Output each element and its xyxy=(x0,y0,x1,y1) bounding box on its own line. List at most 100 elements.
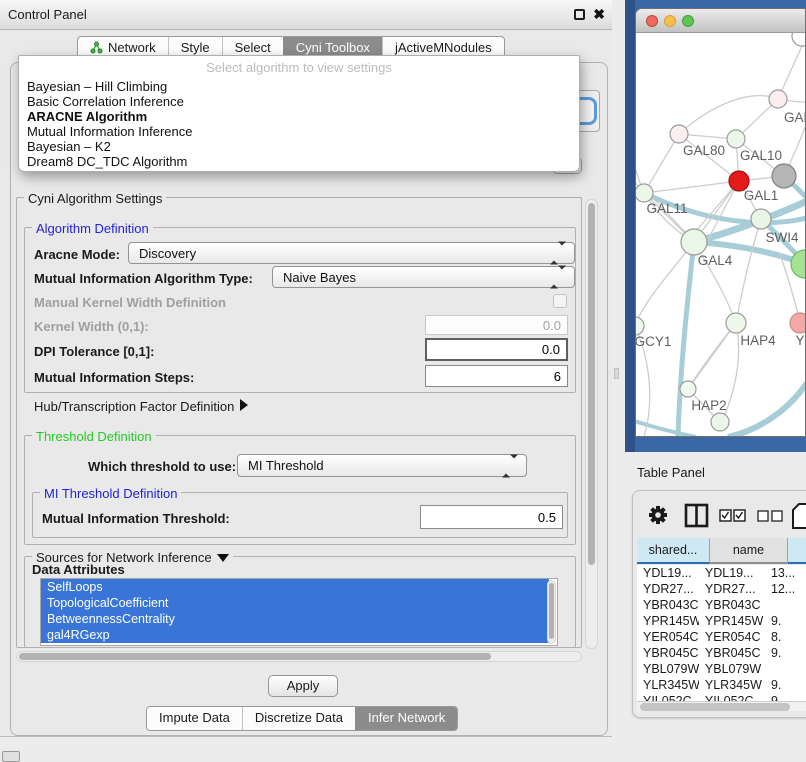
tab-impute-data-label: Impute Data xyxy=(159,710,230,725)
close-traffic-light[interactable] xyxy=(646,15,658,27)
mi-type-value: Naive Bayes xyxy=(283,270,356,285)
menu-item-aracne[interactable]: ARACNE Algorithm xyxy=(19,109,579,124)
tab-select-label: Select xyxy=(235,40,271,55)
cell: 9. xyxy=(765,645,806,661)
tab-infer-network[interactable]: Infer Network xyxy=(355,707,457,730)
menu-item-basic-correlation[interactable]: Basic Correlation Inference xyxy=(19,94,579,109)
minimize-traffic-light[interactable] xyxy=(664,15,676,27)
algorithm-combo-placeholder[interactable]: Select algorithm to view settings xyxy=(19,56,579,79)
list-item-betweennesscentrality[interactable]: BetweennessCentrality xyxy=(41,611,549,627)
attributes-list-scrollbar[interactable] xyxy=(547,580,556,644)
network-canvas[interactable]: GAL GAL80 GAL10 GAL1 GAL11 SWI4 GAL4 GCY… xyxy=(636,33,806,437)
expanded-arrow-icon xyxy=(217,554,229,562)
aracne-mode-combo[interactable]: Discovery xyxy=(128,242,575,264)
float-window-icon[interactable] xyxy=(574,9,585,20)
column-header-clipped[interactable] xyxy=(788,538,806,564)
node-gal-top[interactable] xyxy=(769,90,787,108)
cell: YBR045C xyxy=(637,645,699,661)
tab-discretize-data[interactable]: Discretize Data xyxy=(242,707,355,730)
cell: 13... xyxy=(765,565,806,581)
cell: YBR043C xyxy=(699,597,765,613)
unselect-all-columns-icon[interactable] xyxy=(758,511,782,521)
cell: 12... xyxy=(765,581,806,597)
apply-button[interactable]: Apply xyxy=(268,675,338,697)
column-header-name[interactable]: name xyxy=(710,538,788,564)
table-row[interactable]: YLR345WYLR345W9. xyxy=(637,677,806,693)
menu-item-bayesian-hill-climbing[interactable]: Bayesian – Hill Climbing xyxy=(19,79,579,94)
node-bottom[interactable] xyxy=(711,413,729,431)
node-hap2[interactable] xyxy=(680,381,696,397)
zoom-traffic-light[interactable] xyxy=(682,15,694,27)
gear-icon[interactable] xyxy=(649,506,667,524)
mi-threshold-input[interactable] xyxy=(420,505,563,529)
tab-cyni-toolbox-label: Cyni Toolbox xyxy=(296,40,370,55)
which-threshold-label: Which threshold to use: xyxy=(88,459,236,474)
which-threshold-value: MI Threshold xyxy=(248,458,324,473)
table-row[interactable]: YDR27...YDR27...12... xyxy=(637,581,806,597)
cell: YER054C xyxy=(637,629,699,645)
table-row[interactable]: YDL19...YDL19...13... xyxy=(637,565,806,581)
label-gcy1: GCY1 xyxy=(636,334,671,349)
dpi-tolerance-input[interactable] xyxy=(425,338,568,361)
node-gal4[interactable] xyxy=(681,229,707,255)
new-table-icon[interactable] xyxy=(793,504,806,528)
settings-horizontal-scrollbar[interactable] xyxy=(16,651,582,662)
mi-type-combo[interactable]: Naive Bayes xyxy=(272,266,575,288)
split-pane-icon[interactable] xyxy=(686,505,707,526)
node-hap4[interactable] xyxy=(726,313,746,333)
table-row[interactable]: YBR043CYBR043C xyxy=(637,597,806,613)
table-row[interactable]: YPR145WYPR145W9. xyxy=(637,613,806,629)
node-swi4[interactable] xyxy=(751,209,771,229)
cell: YDR27... xyxy=(699,581,765,597)
minimized-panel-button[interactable] xyxy=(2,751,20,762)
list-item-topologicalcoefficient[interactable]: TopologicalCoefficient xyxy=(41,595,549,611)
panel-title: Control Panel xyxy=(8,7,87,22)
mi-threshold-title: MI Threshold Definition xyxy=(40,486,181,501)
list-item-selfloops[interactable]: SelfLoops xyxy=(41,579,549,595)
label-gal1: GAL1 xyxy=(744,188,779,203)
cell: YPR145W xyxy=(699,613,765,629)
tab-impute-data[interactable]: Impute Data xyxy=(147,707,242,730)
which-threshold-combo[interactable]: MI Threshold xyxy=(237,454,527,477)
select-all-columns-icon[interactable] xyxy=(720,510,745,521)
table-row[interactable]: YBR045CYBR045C9. xyxy=(637,645,806,661)
network-window-titlebar xyxy=(636,9,806,33)
node-gray[interactable] xyxy=(772,164,796,188)
table-row[interactable]: YER054CYER054C8. xyxy=(637,629,806,645)
combo-stepper-icon xyxy=(550,246,566,261)
control-panel-titlebar: Control Panel ✖ xyxy=(0,0,612,30)
tab-discretize-data-label: Discretize Data xyxy=(255,710,343,725)
label-hap2: HAP2 xyxy=(691,398,726,413)
node-gcy1[interactable] xyxy=(636,317,644,335)
table-row[interactable]: YBL079WYBL079W xyxy=(637,661,806,677)
list-item-gal4rgexp[interactable]: gal4RGexp xyxy=(41,627,549,643)
menu-item-bayesian-k2[interactable]: Bayesian – K2 xyxy=(19,139,579,154)
kernel-width-input[interactable] xyxy=(425,315,568,335)
settings-vertical-scrollbar[interactable] xyxy=(585,199,598,649)
node-unlabeled[interactable] xyxy=(792,33,806,46)
cell xyxy=(765,597,806,613)
mi-steps-input[interactable] xyxy=(425,365,568,387)
cell: YPR145W xyxy=(637,613,699,629)
cell: YDL19... xyxy=(637,565,699,581)
node-y-right[interactable] xyxy=(790,313,806,333)
close-icon[interactable]: ✖ xyxy=(593,6,605,23)
split-pane-divider[interactable] xyxy=(614,368,619,379)
hub-definition-toggle[interactable]: Hub/Transcription Factor Definition xyxy=(34,399,248,414)
cell xyxy=(765,661,806,677)
manual-kernel-checkbox[interactable] xyxy=(553,294,567,308)
node-labels: GAL GAL80 GAL10 GAL1 GAL11 SWI4 GAL4 GCY… xyxy=(636,110,806,413)
cell: 9. xyxy=(765,677,806,693)
menu-item-dream8[interactable]: Dream8 DC_TDC Algorithm xyxy=(19,154,579,169)
table-horizontal-scrollbar[interactable] xyxy=(637,701,806,711)
node-gal80[interactable] xyxy=(670,125,688,143)
cell: 9. xyxy=(765,613,806,629)
label-gal10: GAL10 xyxy=(740,148,782,163)
column-header-shared-name[interactable]: shared... xyxy=(637,538,710,564)
node-gal11[interactable] xyxy=(636,184,653,202)
label-gal: GAL xyxy=(784,110,806,125)
node-gal10[interactable] xyxy=(727,130,745,148)
cell: 8. xyxy=(765,629,806,645)
cell: YLR345W xyxy=(637,677,699,693)
menu-item-mutual-information[interactable]: Mutual Information Inference xyxy=(19,124,579,139)
